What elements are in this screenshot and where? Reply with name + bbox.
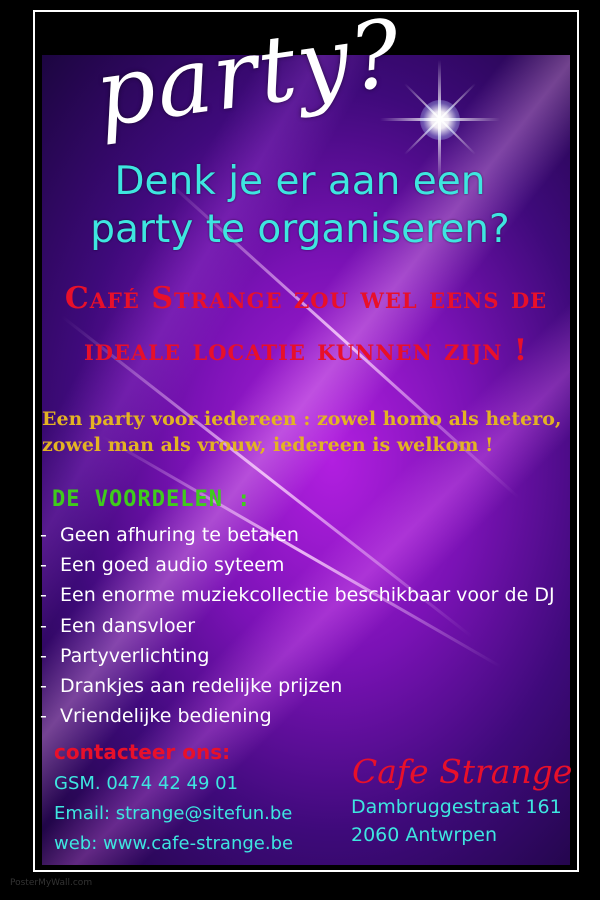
address-city: 2060 Antwrpen — [351, 824, 498, 846]
list-item: - Een dansvloer — [40, 614, 196, 637]
address-street: Dambruggestraat 161 — [351, 796, 562, 818]
headline-line-1: Denk je er aan een — [114, 159, 486, 204]
watermark: PosterMyWall.com — [10, 878, 93, 888]
list-item: - Partyverlichting — [40, 644, 210, 667]
welcome-line-1: Een party voor iedereen : zowel homo als… — [42, 408, 562, 430]
pitch-line-1: Café Strange zou wel eens de — [64, 281, 548, 316]
contact-gsm: GSM. 0474 42 49 01 — [54, 773, 239, 794]
contact-web[interactable]: web: www.cafe-strange.be — [54, 833, 293, 854]
welcome-line-2: zowel man als vrouw, iedereen is welkom … — [42, 434, 494, 456]
pitch-line-2: ideale locatie kunnen zijn ! — [83, 333, 529, 368]
list-item: - Een enorme muziekcollectie beschikbaar … — [40, 584, 555, 607]
cafe-name: Cafe Strange — [352, 752, 573, 791]
benefits-list: - Geen afhuring te betalen - Een goed audi… — [40, 520, 555, 731]
headline-line-2: party te organiseren? — [90, 207, 510, 252]
list-item: - Een goed audio syteem — [40, 554, 285, 577]
contact-title: contacteer ons: — [54, 740, 231, 764]
list-item: - Geen afhuring te betalen — [40, 524, 299, 546]
welcome-text: Een party voor iedereen : zowel homo als… — [42, 406, 582, 458]
list-item: - Vriendelijke bediening — [40, 705, 272, 728]
voordelen-title: DE VOORDELEN : — [52, 487, 252, 512]
list-item: - Drankjes aan redelijke prijzen — [40, 675, 343, 698]
contact-email[interactable]: Email: strange@sitefun.be — [54, 803, 292, 824]
